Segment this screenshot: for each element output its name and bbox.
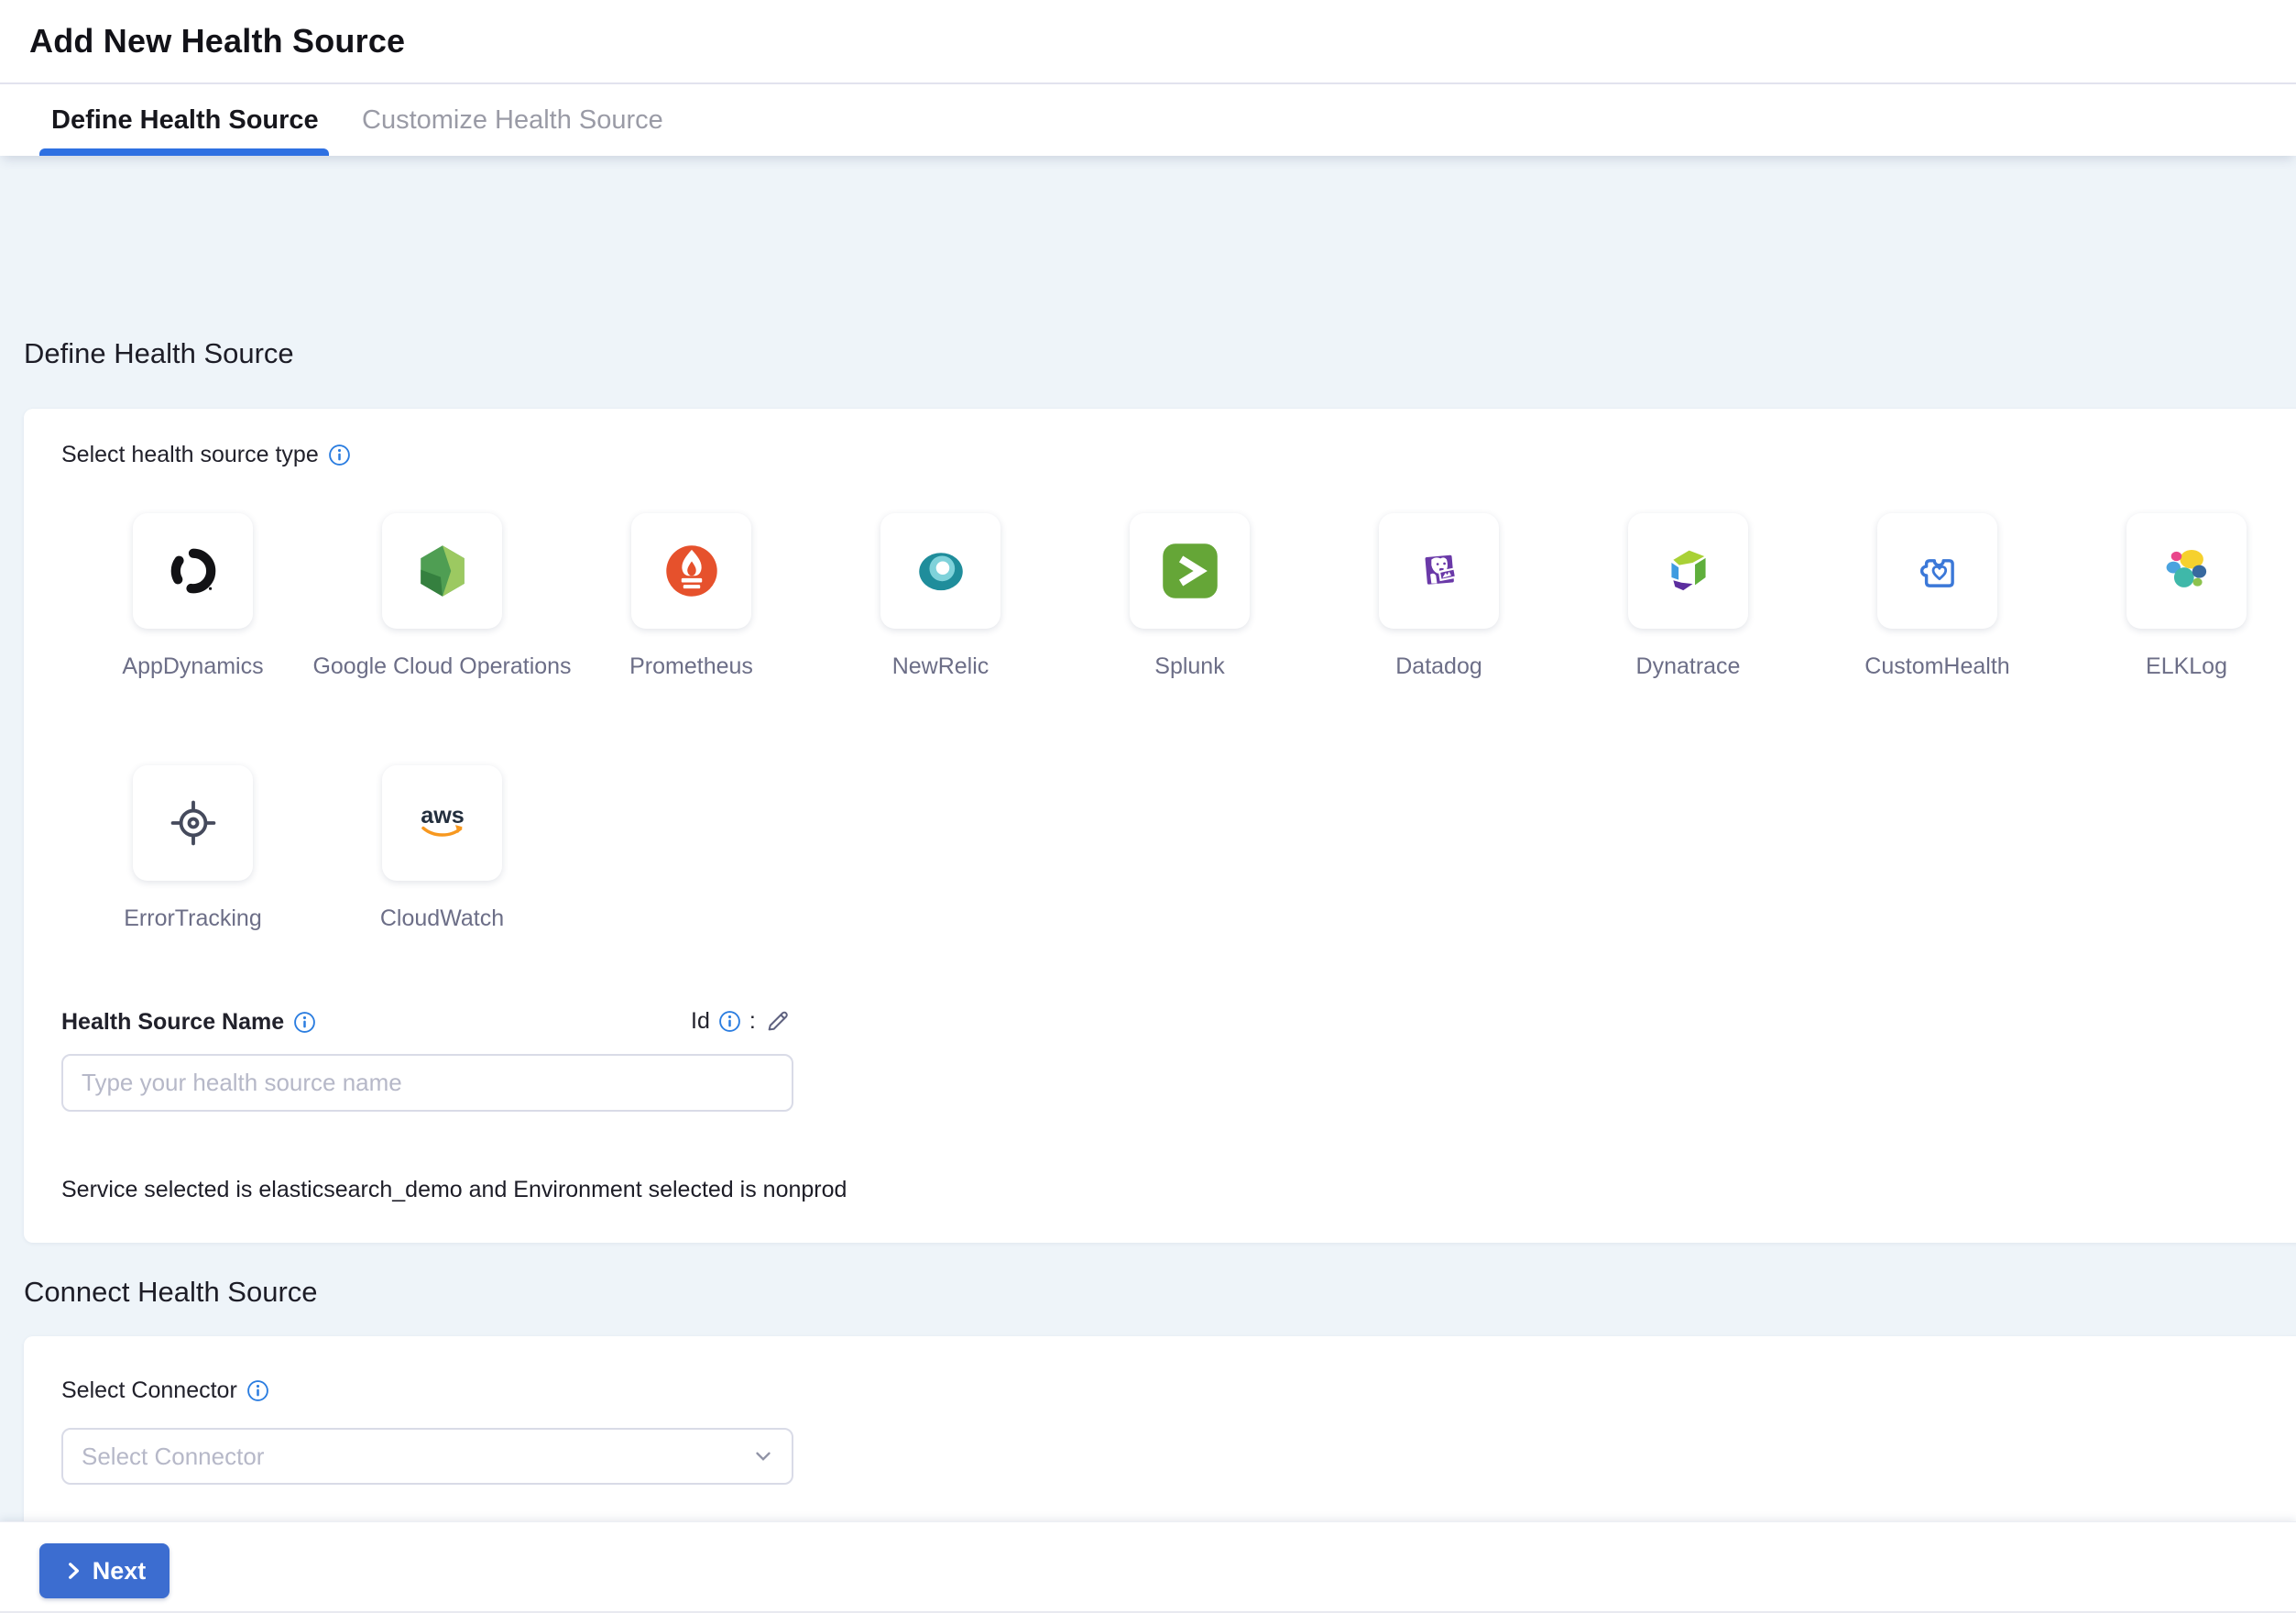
prometheus-icon — [661, 541, 722, 601]
source-newrelic: NewRelic — [880, 513, 1000, 680]
source-tiles-row-2: ErrorTracking aws CloudWatch — [133, 765, 502, 932]
customhealth-tile[interactable] — [1877, 513, 1997, 629]
next-button[interactable]: Next — [39, 1543, 169, 1598]
newrelic-icon — [911, 541, 971, 601]
define-health-source-card: Select health source type AppDynamics Go… — [24, 409, 2296, 1243]
dynatrace-tile[interactable] — [1628, 513, 1748, 629]
tile-label: CloudWatch — [380, 905, 504, 932]
id-colon: : — [749, 1008, 756, 1035]
datadog-icon — [1411, 543, 1468, 599]
tab-customize-health-source[interactable]: Customize Health Source — [362, 84, 663, 156]
tile-label: Splunk — [1154, 653, 1224, 680]
source-prometheus: Prometheus — [631, 513, 751, 680]
appdynamics-tile[interactable] — [133, 513, 253, 629]
footer-bar: Next — [0, 1521, 2296, 1613]
connector-dropdown-placeholder: Select Connector — [82, 1443, 751, 1471]
cloudwatch-tile[interactable]: aws — [382, 765, 502, 881]
google-cloud-operations-icon — [412, 541, 473, 601]
tab-bar: Define Health Source Customize Health So… — [0, 84, 2296, 156]
elk-tile[interactable] — [2127, 513, 2247, 629]
source-datadog: Datadog — [1379, 513, 1499, 680]
elk-icon — [2158, 542, 2216, 600]
google-cloud-operations-tile[interactable] — [382, 513, 502, 629]
select-type-label-row: Select health source type — [61, 442, 351, 468]
health-source-name-input[interactable] — [61, 1054, 793, 1112]
info-icon[interactable] — [328, 444, 351, 466]
info-icon[interactable] — [718, 1010, 741, 1033]
header-divider — [0, 82, 2296, 84]
content-area: Define Health Source Select health sourc… — [0, 156, 2296, 1521]
tab-define-health-source[interactable]: Define Health Source — [51, 84, 319, 156]
select-connector-label: Select Connector — [61, 1377, 237, 1404]
source-dynatrace: Dynatrace — [1628, 513, 1748, 680]
customhealth-icon — [1909, 543, 1966, 599]
source-customhealth: CustomHealth — [1877, 513, 1997, 680]
tile-label: ELKLog — [2146, 653, 2227, 680]
prometheus-tile[interactable] — [631, 513, 751, 629]
newrelic-tile[interactable] — [880, 513, 1000, 629]
chevron-down-icon — [751, 1444, 775, 1468]
source-elklog: ELKLog — [2127, 513, 2247, 680]
id-group: Id : — [691, 1007, 792, 1035]
tile-label: CustomHealth — [1864, 653, 2009, 680]
splunk-tile[interactable] — [1130, 513, 1250, 629]
info-icon[interactable] — [246, 1379, 269, 1402]
health-source-name-label-row: Health Source Name — [61, 1009, 316, 1036]
tile-label: AppDynamics — [122, 653, 263, 680]
errortracking-icon — [164, 794, 223, 852]
connect-section-heading: Connect Health Source — [24, 1276, 318, 1309]
pencil-edit-icon[interactable] — [764, 1007, 792, 1035]
health-source-name-label: Health Source Name — [61, 1009, 284, 1036]
tile-label: Datadog — [1395, 653, 1482, 680]
service-environment-note: Service selected is elasticsearch_demo a… — [61, 1177, 847, 1203]
tile-label: Prometheus — [629, 653, 753, 680]
appdynamics-icon — [164, 542, 223, 600]
tile-label: NewRelic — [892, 653, 989, 680]
next-button-label: Next — [93, 1557, 147, 1586]
svg-text:aws: aws — [421, 803, 465, 828]
source-errortracking: ErrorTracking — [133, 765, 253, 932]
source-appdynamics: AppDynamics — [133, 513, 253, 680]
tile-label: ErrorTracking — [124, 905, 262, 932]
header: Add New Health Source — [0, 0, 2296, 82]
tile-label: Dynatrace — [1636, 653, 1741, 680]
source-splunk: Splunk — [1130, 513, 1250, 680]
select-connector-label-row: Select Connector — [61, 1377, 269, 1404]
page-title: Add New Health Source — [29, 22, 405, 60]
id-label: Id — [691, 1008, 710, 1035]
active-tab-underline — [39, 148, 329, 156]
tile-label: Google Cloud Operations — [312, 653, 571, 680]
source-cloudwatch: aws CloudWatch — [382, 765, 502, 932]
source-tiles-row-1: AppDynamics Google Cloud Operations Prom… — [133, 513, 2247, 680]
datadog-tile[interactable] — [1379, 513, 1499, 629]
source-google-cloud-operations: Google Cloud Operations — [382, 513, 502, 680]
connector-dropdown[interactable]: Select Connector — [61, 1428, 793, 1485]
splunk-icon — [1162, 543, 1219, 599]
dynatrace-icon — [1659, 542, 1718, 600]
errortracking-tile[interactable] — [133, 765, 253, 881]
select-type-label: Select health source type — [61, 442, 319, 468]
define-section-heading: Define Health Source — [24, 337, 294, 370]
cloudwatch-aws-icon: aws — [410, 791, 475, 855]
chevron-right-icon — [63, 1561, 83, 1581]
info-icon[interactable] — [293, 1011, 316, 1034]
